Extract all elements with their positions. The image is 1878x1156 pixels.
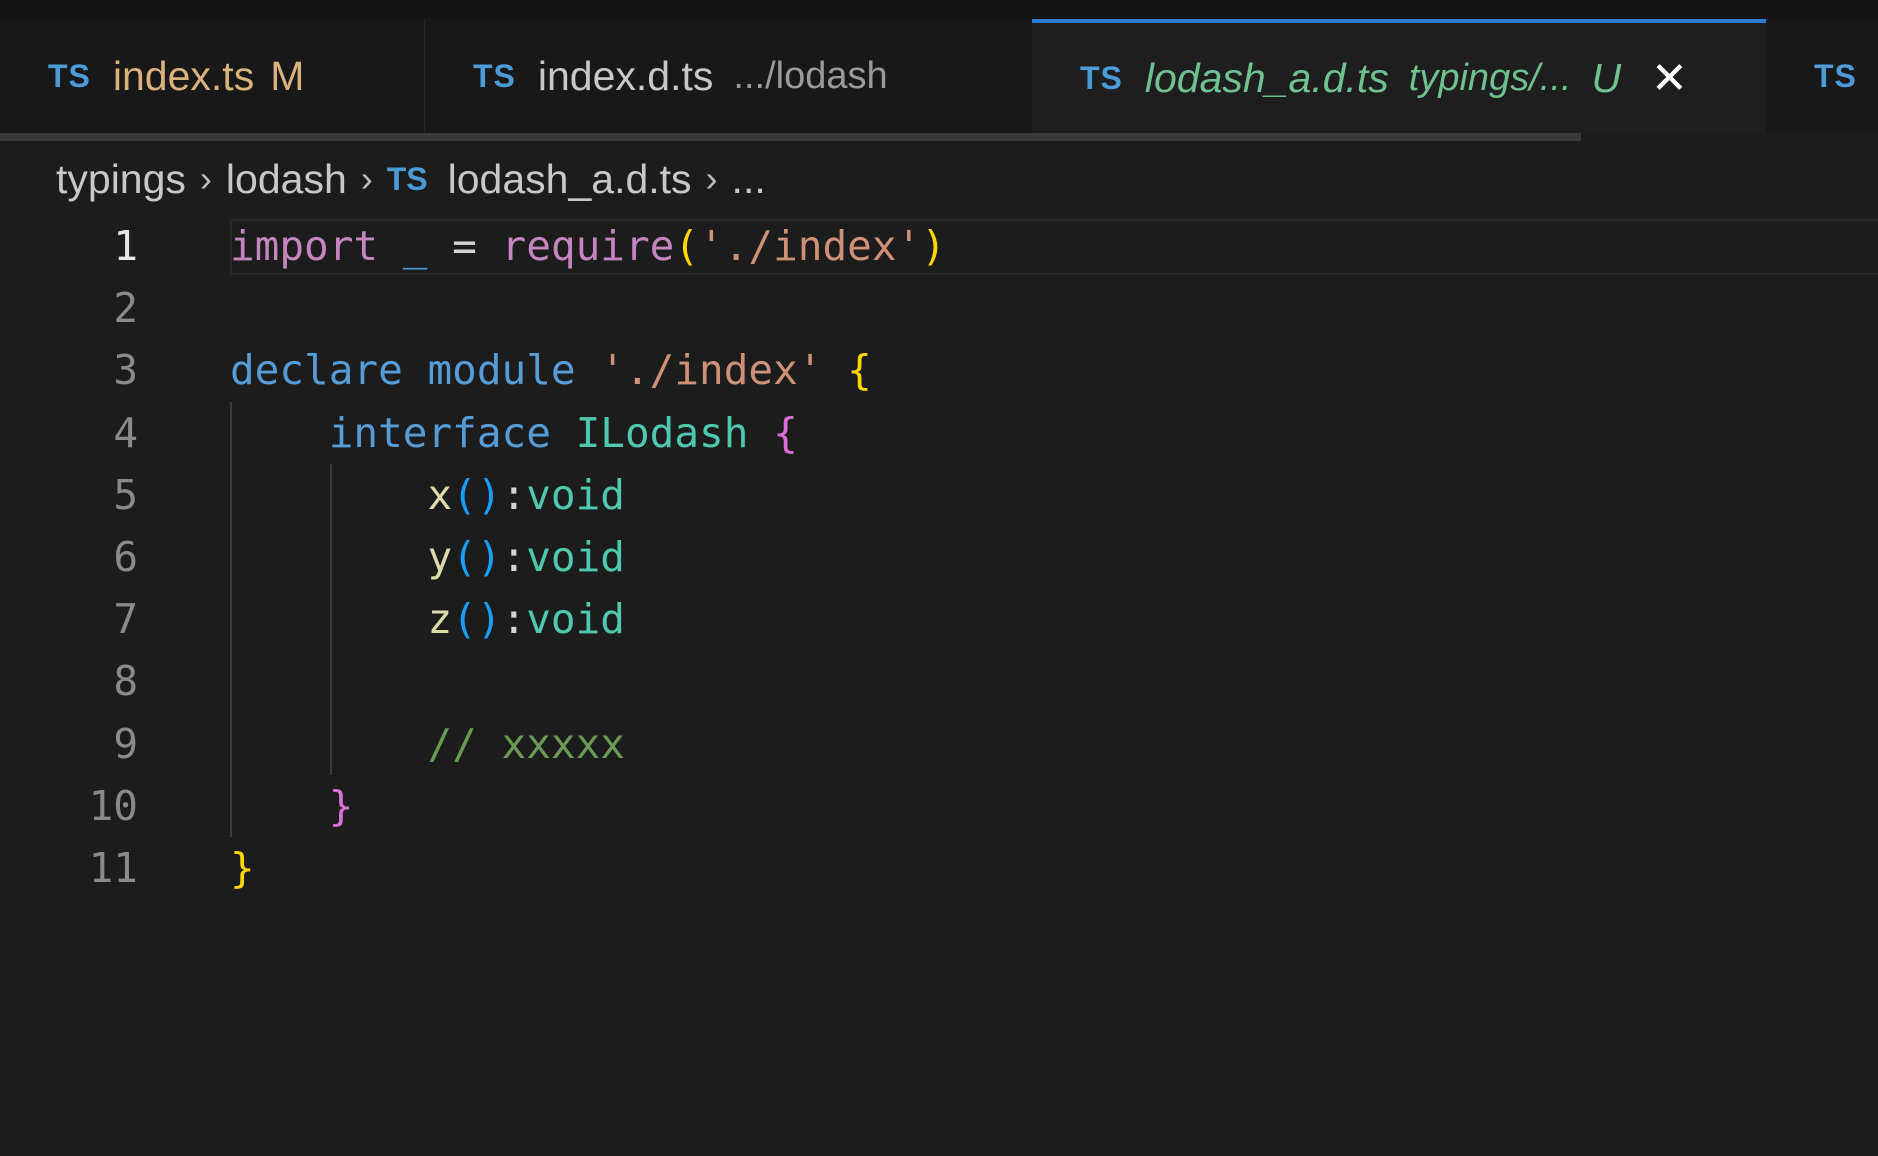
bracket: { [773, 408, 798, 457]
comment: // xxxxx [427, 719, 625, 768]
code-line-4: 4 interface ILodash { [0, 402, 1878, 464]
breadcrumb-item-file[interactable]: lodash_a.d.ts [448, 156, 692, 203]
line-number: 5 [113, 470, 138, 519]
type-name: void [526, 532, 625, 581]
code-line-11: 11 } [0, 837, 1878, 899]
chevron-right-icon: › [199, 158, 212, 199]
code-line-5: 5 x():void [0, 464, 1878, 526]
bracket: { [847, 346, 872, 395]
tab-label: index.d.ts [537, 52, 714, 99]
chevron-right-icon: › [360, 158, 373, 199]
tab-label: index.ts [112, 52, 255, 99]
identifier: _ [402, 222, 428, 270]
typescript-file-icon: TS [1080, 59, 1123, 96]
method-name: x [427, 470, 453, 519]
punctuation: : [501, 470, 527, 519]
type-name: void [526, 470, 625, 519]
close-icon[interactable]: ✕ [1651, 53, 1688, 104]
tab-overflow[interactable]: TS [1766, 19, 1878, 133]
bracket: () [452, 595, 502, 644]
typescript-file-icon: TS [1814, 57, 1857, 94]
code-editor[interactable]: 1 import _ = require('./index') 2 3 decl… [0, 215, 1878, 899]
line-number: 3 [113, 346, 138, 395]
untracked-badge: U [1591, 54, 1622, 101]
line-number: 9 [113, 719, 138, 768]
punctuation: : [501, 532, 527, 581]
line-number: 8 [113, 657, 138, 706]
line-number: 2 [113, 284, 138, 333]
code-line-2: 2 [0, 277, 1878, 339]
keyword: module [402, 346, 576, 395]
line-number: 10 [88, 781, 138, 830]
line-number: 1 [113, 222, 138, 270]
tab-index-d-ts[interactable]: TS index.d.ts .../lodash [425, 19, 1032, 133]
string: './index' [699, 222, 922, 270]
line-number: 6 [113, 532, 138, 581]
operator: = [427, 222, 502, 270]
code-line-6: 6 y():void [0, 526, 1878, 588]
line-number: 7 [113, 595, 138, 644]
bracket: } [328, 781, 354, 830]
string: './index' [600, 346, 823, 395]
bracket: ) [921, 222, 946, 270]
tab-scrollbar[interactable] [0, 133, 1581, 141]
modified-badge: M [270, 52, 305, 99]
code-line-9: 9 // xxxxx [0, 713, 1878, 775]
bracket: () [452, 532, 502, 581]
bracket: () [452, 470, 502, 519]
typescript-file-icon: TS [48, 57, 91, 94]
breadcrumb: typings › lodash › TS lodash_a.d.ts › ..… [56, 150, 766, 208]
tab-path: typings/... [1408, 56, 1572, 99]
line-number: 11 [88, 843, 138, 892]
line-number: 4 [113, 408, 138, 457]
bracket: } [230, 843, 255, 892]
code-line-7: 7 z():void [0, 588, 1878, 650]
code-line-3: 3 declare module './index' { [0, 339, 1878, 401]
type-name: ILodash [575, 408, 749, 457]
tab-index-ts[interactable]: TS index.ts M [0, 19, 425, 133]
typescript-file-icon: TS [386, 160, 428, 197]
type-name: void [526, 595, 625, 644]
punctuation: : [501, 595, 527, 644]
keyword: interface [328, 408, 551, 457]
tab-label: lodash_a.d.ts [1144, 54, 1389, 101]
tab-path: .../lodash [733, 54, 888, 97]
method-name: y [427, 532, 453, 581]
breadcrumb-item-typings[interactable]: typings [56, 156, 186, 203]
chevron-right-icon: › [705, 158, 718, 199]
breadcrumb-item-symbols[interactable]: ... [732, 156, 766, 203]
keyword: require [501, 222, 675, 270]
tab-lodash-a-d-ts[interactable]: TS lodash_a.d.ts typings/... U ✕ [1032, 19, 1766, 133]
title-strip [0, 0, 1878, 19]
code-line-1: 1 import _ = require('./index') [0, 215, 1878, 277]
keyword: import [230, 222, 379, 270]
tab-bar: TS index.ts M TS index.d.ts .../lodash T… [0, 19, 1878, 133]
breadcrumb-item-lodash[interactable]: lodash [226, 156, 347, 203]
typescript-file-icon: TS [473, 57, 516, 94]
keyword: declare [230, 346, 403, 395]
method-name: z [427, 595, 453, 644]
code-line-10: 10 } [0, 775, 1878, 837]
bracket: ( [674, 222, 700, 270]
code-line-8: 8 [0, 650, 1878, 712]
